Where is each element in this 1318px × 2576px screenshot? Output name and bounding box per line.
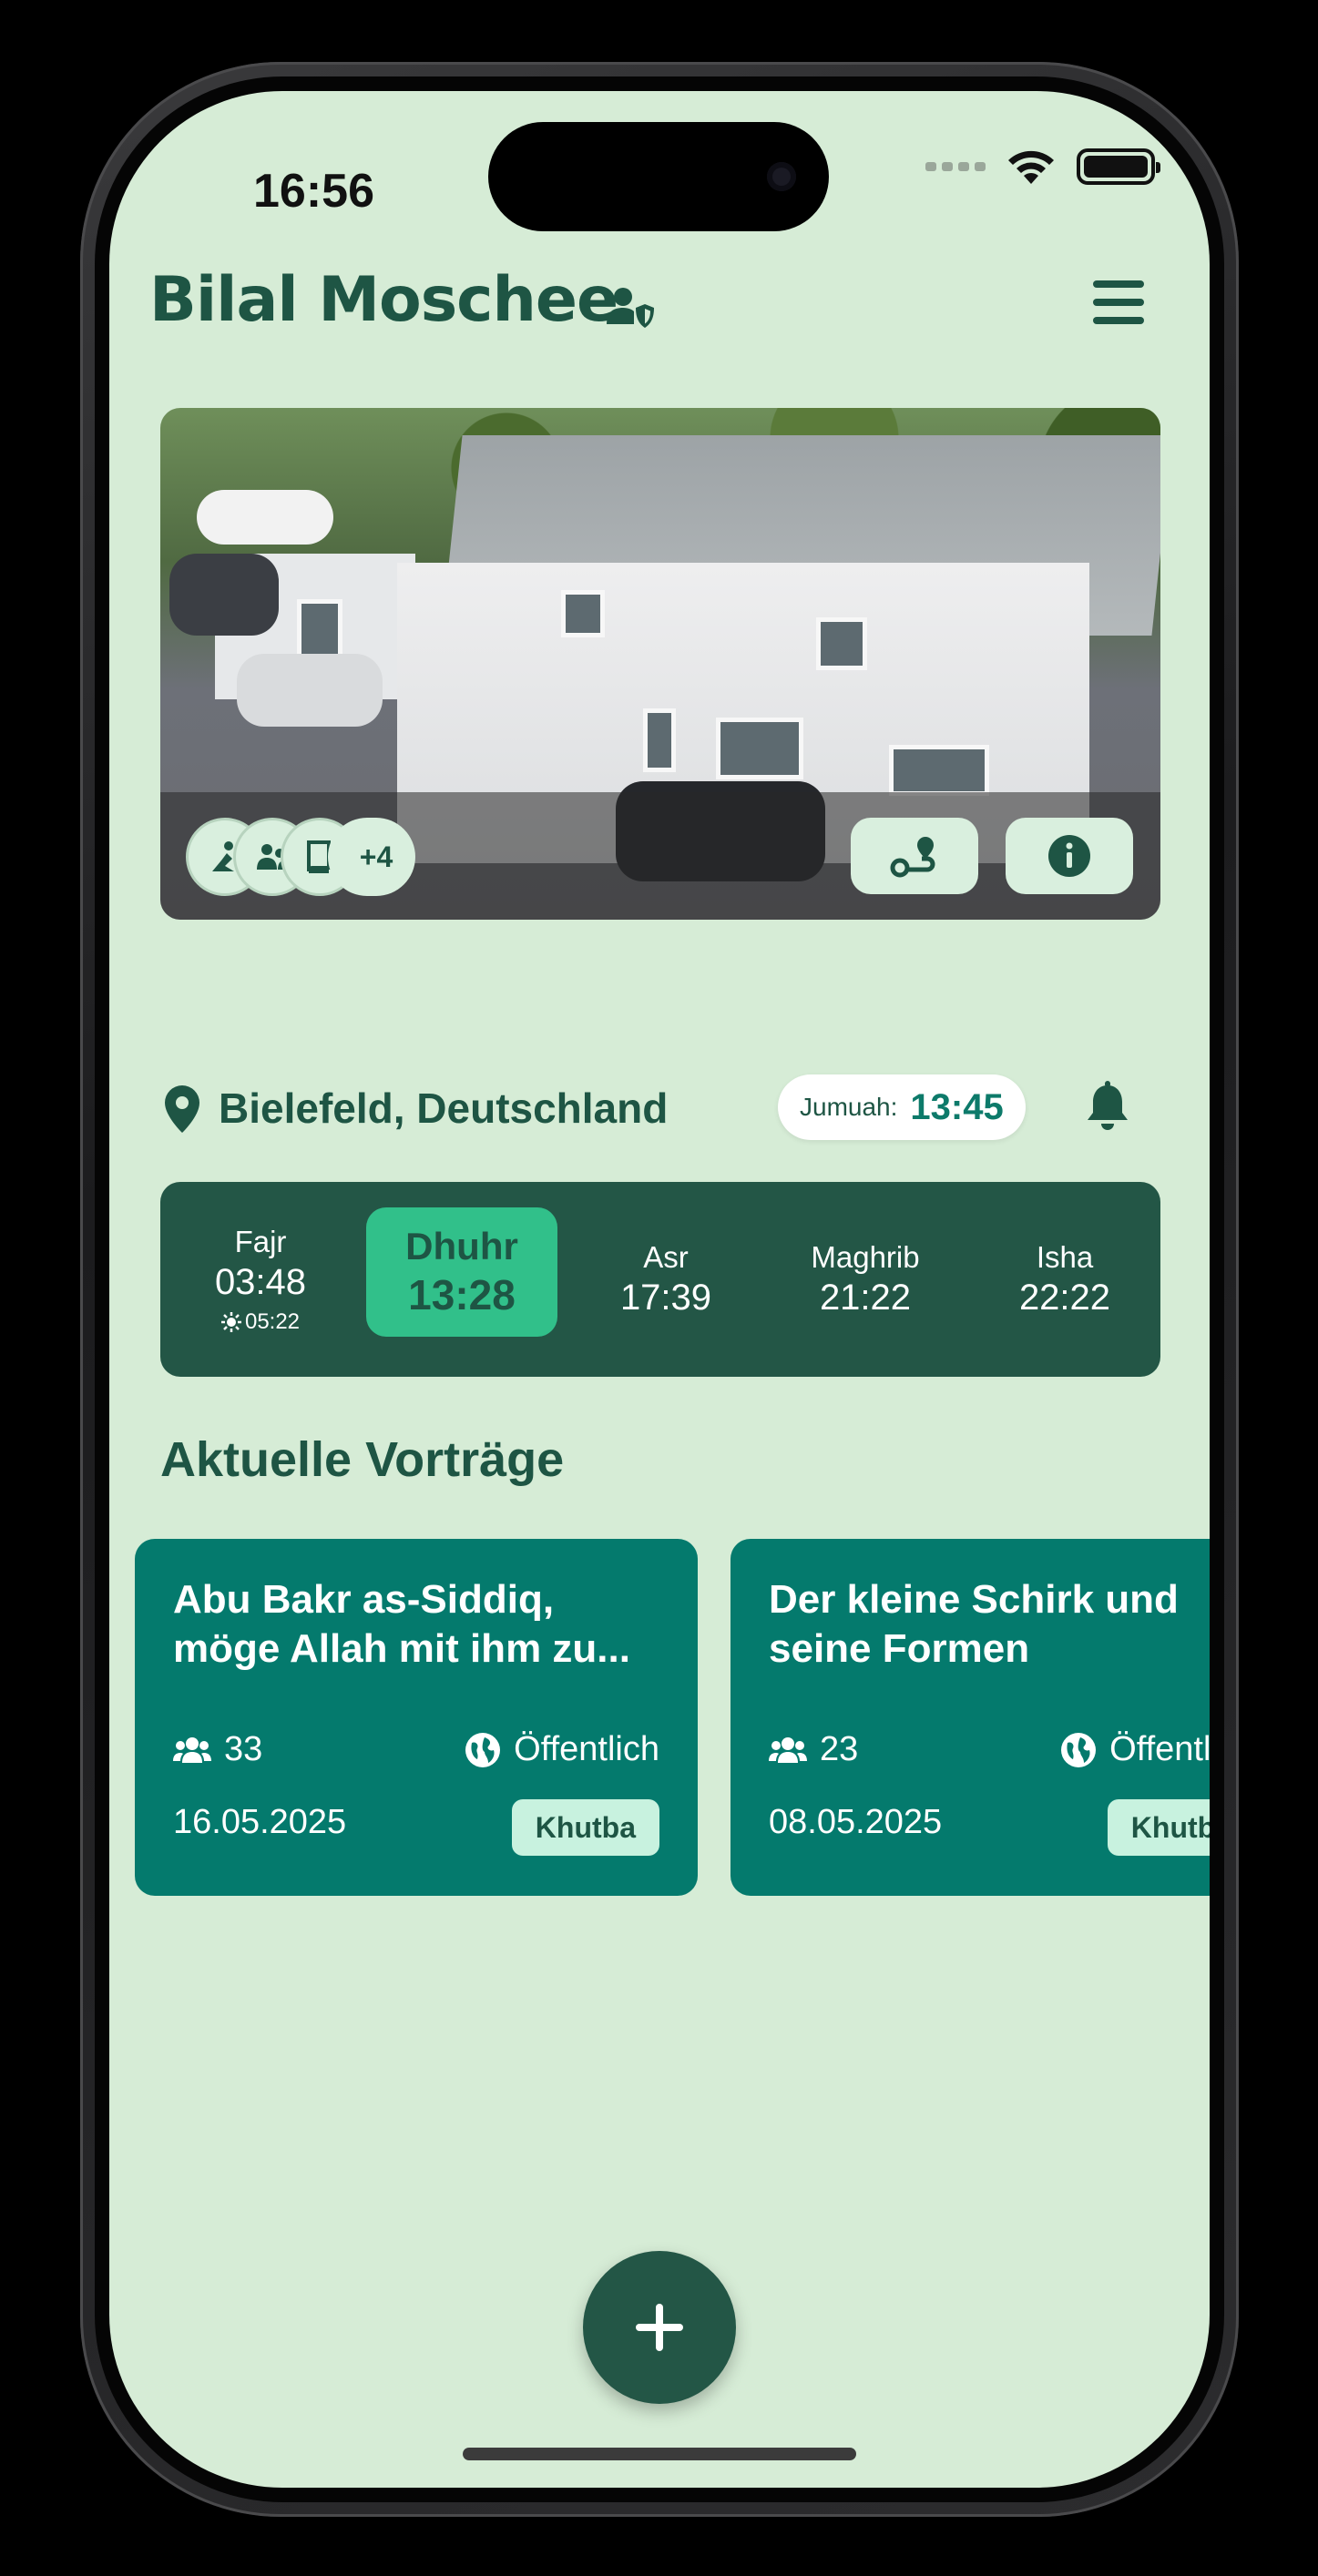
info-icon bbox=[1048, 835, 1090, 877]
prayer-times-panel: Fajr 03:48 05:22 Dhuhr 13:28 Asr 17:39 M… bbox=[160, 1182, 1160, 1377]
amenities-more-count: +4 bbox=[328, 818, 415, 896]
sunrise-icon bbox=[220, 1311, 241, 1332]
prayer-dhuhr[interactable]: Dhuhr 13:28 bbox=[366, 1207, 557, 1337]
attendee-count: 23 bbox=[820, 1730, 859, 1768]
jumuah-badge: Jumuah: 13:45 bbox=[778, 1074, 1026, 1140]
prayer-asr[interactable]: Asr 17:39 bbox=[575, 1182, 757, 1377]
battery-icon bbox=[1077, 148, 1160, 185]
prayer-name: Isha bbox=[1036, 1240, 1094, 1275]
prayer-time: 21:22 bbox=[819, 1277, 912, 1318]
lecture-card[interactable]: Der kleine Schirk und seine Formen 23 Öf… bbox=[731, 1539, 1210, 1896]
plus-icon bbox=[636, 2304, 683, 2351]
jumuah-time: 13:45 bbox=[910, 1086, 1004, 1127]
lecture-type-badge: Khutba bbox=[1107, 1799, 1210, 1856]
bell-icon[interactable] bbox=[1080, 1080, 1135, 1135]
attendee-count: 33 bbox=[224, 1730, 263, 1768]
globe-icon bbox=[465, 1732, 501, 1767]
app-screen: 16:56 Bilal Moschee +4 Bielefeld, Deutsc… bbox=[109, 91, 1210, 2488]
globe-icon bbox=[1061, 1732, 1097, 1767]
prayer-time: 17:39 bbox=[619, 1277, 712, 1318]
lecture-meta: 23 Öffentlich bbox=[769, 1730, 1210, 1769]
lecture-date: 08.05.2025 bbox=[769, 1803, 943, 1841]
wifi-icon bbox=[1008, 150, 1054, 184]
dynamic-island bbox=[488, 122, 829, 231]
attendees-icon bbox=[173, 1736, 211, 1763]
lecture-date: 16.05.2025 bbox=[173, 1803, 347, 1841]
sunrise-time: 05:22 bbox=[220, 1309, 300, 1335]
prayer-fajr[interactable]: Fajr 03:48 05:22 bbox=[169, 1182, 352, 1377]
hamburger-menu-icon[interactable] bbox=[1089, 273, 1148, 331]
add-button[interactable] bbox=[583, 2251, 736, 2404]
visibility-label: Öffentlich bbox=[1109, 1730, 1210, 1768]
location-pin-icon bbox=[165, 1085, 199, 1133]
jumuah-label: Jumuah: bbox=[800, 1093, 898, 1121]
prayer-name: Fajr bbox=[234, 1225, 287, 1259]
attendees-icon bbox=[769, 1736, 807, 1763]
lecture-type-badge: Khutba bbox=[511, 1799, 659, 1856]
front-camera bbox=[767, 162, 796, 191]
user-shield-icon[interactable] bbox=[605, 280, 656, 331]
info-button[interactable] bbox=[1006, 818, 1133, 894]
amenities-group[interactable]: +4 bbox=[186, 818, 415, 896]
route-icon bbox=[890, 837, 935, 878]
prayer-name: Asr bbox=[643, 1240, 689, 1275]
lecture-meta: 33 Öffentlich bbox=[173, 1730, 659, 1769]
prayer-time: 13:28 bbox=[408, 1270, 516, 1319]
cellular-signal-icon bbox=[925, 162, 986, 171]
mosque-photo: +4 bbox=[160, 408, 1160, 920]
lecture-title: Der kleine Schirk und seine Formen bbox=[769, 1577, 1179, 1671]
status-time: 16:56 bbox=[253, 165, 374, 218]
lecture-card[interactable]: Abu Bakr as-Siddiq, möge Allah mit ihm z… bbox=[135, 1539, 698, 1896]
prayer-maghrib[interactable]: Maghrib 21:22 bbox=[774, 1182, 956, 1377]
prayer-name: Maghrib bbox=[811, 1240, 920, 1275]
status-indicators bbox=[925, 148, 1160, 186]
route-button[interactable] bbox=[851, 818, 978, 894]
prayer-time: 03:48 bbox=[214, 1261, 307, 1302]
location-text: Bielefeld, Deutschland bbox=[219, 1084, 669, 1132]
lecture-title: Abu Bakr as-Siddiq, möge Allah mit ihm z… bbox=[173, 1577, 630, 1671]
prayer-name: Dhuhr bbox=[405, 1225, 518, 1268]
prayer-time: 22:22 bbox=[1018, 1277, 1111, 1318]
section-title-lectures: Aktuelle Vorträge bbox=[160, 1432, 565, 1487]
home-indicator[interactable] bbox=[463, 2448, 856, 2460]
visibility-label: Öffentlich bbox=[514, 1730, 659, 1768]
page-title: Bilal Moschee bbox=[149, 264, 618, 336]
prayer-isha[interactable]: Isha 22:22 bbox=[974, 1182, 1156, 1377]
